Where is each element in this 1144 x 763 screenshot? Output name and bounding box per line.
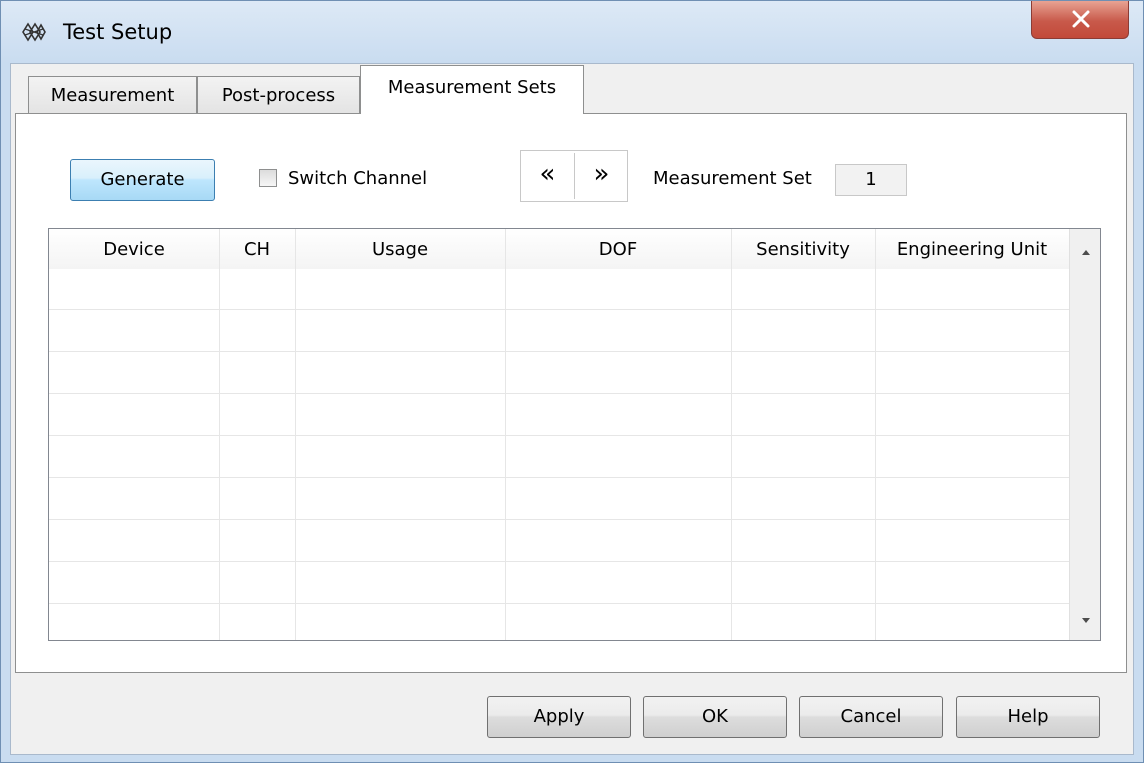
row-divider (49, 519, 1069, 520)
scroll-down-arrow-icon[interactable] (1078, 614, 1094, 628)
column-header-engineering-unit[interactable]: Engineering Unit (875, 229, 1069, 269)
switch-channel-checkbox[interactable] (259, 169, 277, 187)
switch-channel-label: Switch Channel (288, 168, 428, 189)
column-header-ch[interactable]: CH (219, 229, 295, 269)
row-divider (49, 477, 1069, 478)
measurement-set-number-field: 1 (835, 164, 907, 196)
tab-measurement-sets[interactable]: Measurement Sets (360, 65, 584, 114)
cancel-button-label: Cancel (840, 706, 902, 727)
scroll-up-arrow-icon[interactable] (1078, 245, 1094, 259)
tab-measurement[interactable]: Measurement (28, 76, 197, 114)
channel-table[interactable]: Device CH Usage DOF Sensitivity Engineer… (48, 228, 1101, 641)
tab-measurement-label: Measurement (50, 85, 175, 106)
tab-post-process[interactable]: Post-process (197, 76, 360, 114)
generate-button-label: Generate (100, 169, 185, 190)
double-chevron-right-icon: » (593, 159, 610, 189)
row-divider (49, 561, 1069, 562)
column-header-device[interactable]: Device (49, 229, 219, 269)
cancel-button[interactable]: Cancel (799, 696, 943, 738)
column-header-dof[interactable]: DOF (505, 229, 731, 269)
help-button[interactable]: Help (956, 696, 1100, 738)
close-button[interactable] (1031, 1, 1129, 39)
test-setup-icon (21, 21, 47, 43)
tab-measurement-sets-label: Measurement Sets (387, 77, 557, 98)
title-bar: Test Setup (1, 1, 1143, 63)
row-divider (49, 393, 1069, 394)
ok-button-label: OK (702, 706, 728, 727)
row-divider (49, 351, 1069, 352)
row-divider (49, 603, 1069, 604)
window-title: Test Setup (63, 20, 173, 44)
channel-table-header: Device CH Usage DOF Sensitivity Engineer… (49, 229, 1069, 269)
previous-set-button[interactable]: « (521, 151, 574, 201)
generate-button[interactable]: Generate (70, 159, 215, 201)
tab-post-process-label: Post-process (221, 85, 336, 106)
row-divider (49, 309, 1069, 310)
apply-button-label: Apply (533, 706, 585, 727)
measurement-set-label: Measurement Set (653, 168, 812, 189)
test-setup-window: Test Setup Measurement Post-process Meas… (0, 0, 1144, 763)
column-header-usage[interactable]: Usage (295, 229, 505, 269)
close-icon (1072, 10, 1090, 28)
measurement-set-number: 1 (865, 169, 877, 190)
double-chevron-left-icon: « (539, 159, 556, 189)
measurement-set-navigator: « » (520, 150, 628, 202)
apply-button[interactable]: Apply (487, 696, 631, 738)
ok-button[interactable]: OK (643, 696, 787, 738)
vertical-scrollbar[interactable] (1069, 229, 1100, 640)
column-header-sensitivity[interactable]: Sensitivity (731, 229, 875, 269)
help-button-label: Help (1007, 706, 1049, 727)
row-divider (49, 435, 1069, 436)
next-set-button[interactable]: » (575, 151, 628, 201)
